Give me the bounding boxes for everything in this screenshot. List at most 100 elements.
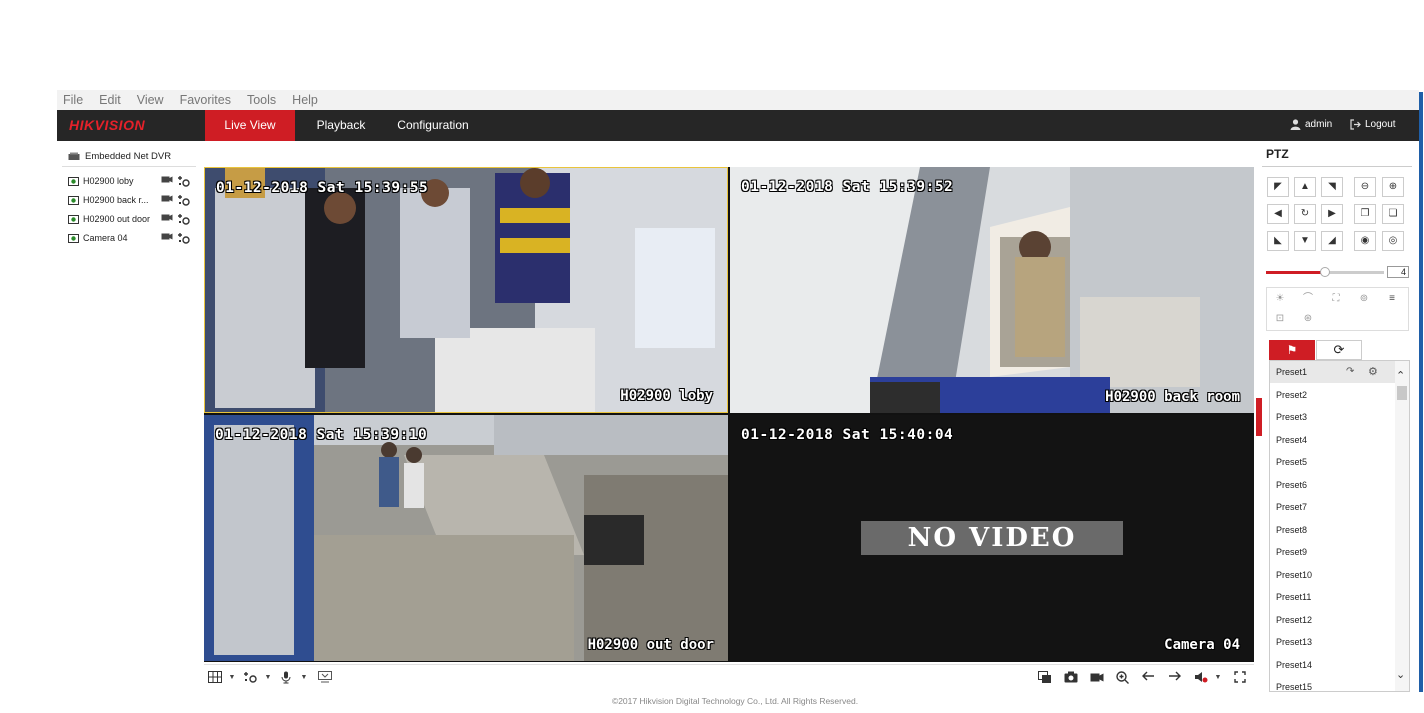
preset-item[interactable]: Preset8 bbox=[1270, 519, 1396, 541]
previous-page-icon[interactable] bbox=[1142, 671, 1158, 685]
chevron-down-icon[interactable]: ▼ bbox=[224, 671, 240, 685]
chevron-down-icon[interactable]: ▼ bbox=[1210, 671, 1226, 685]
preset-item[interactable]: Preset13 bbox=[1270, 631, 1396, 653]
ptz-down-button[interactable]: ▼ bbox=[1294, 231, 1316, 251]
preset-item[interactable]: Preset7 bbox=[1270, 496, 1396, 518]
auxiliary-focus-icon[interactable]: ⛶ bbox=[1325, 290, 1347, 308]
manual-tracking-icon[interactable]: ⊛ bbox=[1297, 310, 1319, 328]
ptz-speed-value[interactable]: 4 bbox=[1387, 266, 1409, 278]
capture-icon[interactable] bbox=[1064, 671, 1080, 685]
ptz-icon[interactable] bbox=[178, 232, 190, 244]
window-layout-icon[interactable] bbox=[208, 671, 224, 685]
ptz-up-button[interactable]: ▲ bbox=[1294, 177, 1316, 197]
record-icon[interactable] bbox=[161, 194, 173, 206]
ptz-down-left-button[interactable]: ◣ bbox=[1267, 231, 1289, 251]
iris-close-button[interactable]: ◎ bbox=[1382, 231, 1404, 251]
menu-icon[interactable]: ≡ bbox=[1381, 290, 1403, 308]
tab-patrol[interactable]: ⟳ bbox=[1316, 340, 1362, 360]
menu-file[interactable]: File bbox=[63, 93, 83, 107]
camera-list-item[interactable]: H02900 out door bbox=[68, 211, 198, 227]
preset-item[interactable]: Preset1 ↷ ⚙ bbox=[1270, 361, 1396, 383]
zoom-out-icon: ⊖ bbox=[1360, 181, 1370, 192]
record-all-icon[interactable] bbox=[1090, 671, 1106, 685]
zero-channel-icon[interactable] bbox=[318, 671, 334, 685]
menu-edit[interactable]: Edit bbox=[99, 93, 121, 107]
preset-item[interactable]: Preset4 bbox=[1270, 429, 1396, 451]
preset-item[interactable]: Preset11 bbox=[1270, 586, 1396, 608]
ptz-up-right-button[interactable]: ◥ bbox=[1321, 177, 1343, 197]
zoom-in-button[interactable]: ⊕ bbox=[1382, 177, 1404, 197]
video-tile-4[interactable]: 01-12-2018 Sat 15:40:04 NO VIDEO Camera … bbox=[730, 415, 1254, 661]
tab-playback[interactable]: Playback bbox=[305, 110, 377, 141]
panel-collapse-handle[interactable] bbox=[1256, 398, 1262, 436]
ptz-down-right-button[interactable]: ◢ bbox=[1321, 231, 1343, 251]
preset-scrollbar[interactable] bbox=[1395, 361, 1409, 691]
gear-icon[interactable]: ⚙ bbox=[1368, 361, 1378, 383]
camera-list-item[interactable]: H02900 loby bbox=[68, 173, 198, 189]
zoom-out-button[interactable]: ⊖ bbox=[1354, 177, 1376, 197]
wiper-icon[interactable]: ⌒ bbox=[1297, 290, 1319, 308]
iris-close-icon: ◎ bbox=[1388, 235, 1398, 246]
digital-zoom-icon[interactable] bbox=[1116, 671, 1132, 685]
menu-favorites[interactable]: Favorites bbox=[180, 93, 231, 107]
tab-live-view[interactable]: Live View bbox=[205, 110, 295, 141]
microphone-icon[interactable] bbox=[280, 671, 296, 685]
video-tile-2[interactable]: 01-12-2018 Sat 15:39:52 H02900 back room bbox=[730, 167, 1254, 413]
volume-muted-icon[interactable] bbox=[1194, 671, 1210, 685]
next-page-icon[interactable] bbox=[1168, 671, 1184, 685]
preset-item[interactable]: Preset12 bbox=[1270, 609, 1396, 631]
preset-item[interactable]: Preset5 bbox=[1270, 451, 1396, 473]
preset-item[interactable]: Preset14 bbox=[1270, 654, 1396, 676]
ptz-speed-handle[interactable] bbox=[1320, 267, 1330, 277]
video-camera-name: H02900 back room bbox=[1105, 389, 1240, 405]
tab-configuration[interactable]: Configuration bbox=[390, 110, 476, 141]
focus-far-button[interactable]: ❏ bbox=[1382, 204, 1404, 224]
user-icon bbox=[1290, 119, 1301, 130]
lens-init-icon[interactable]: ⊚ bbox=[1353, 290, 1375, 308]
preset-item[interactable]: Preset2 bbox=[1270, 384, 1396, 406]
video-tile-1[interactable]: 01-12-2018 Sat 15:39:55 H02900 loby bbox=[204, 167, 728, 413]
preset-item[interactable]: Preset6 bbox=[1270, 474, 1396, 496]
preset-scrollbar-thumb[interactable] bbox=[1397, 386, 1407, 400]
logout-label: Logout bbox=[1365, 119, 1396, 130]
scroll-up-icon[interactable]: ⌃ bbox=[1396, 369, 1405, 382]
light-icon[interactable]: ☀ bbox=[1269, 290, 1291, 308]
ptz-up-left-button[interactable]: ◤ bbox=[1267, 177, 1289, 197]
focus-near-icon: ❐ bbox=[1360, 208, 1370, 219]
ptz-icon[interactable] bbox=[178, 213, 190, 225]
camera-list-item[interactable]: H02900 back r... bbox=[68, 192, 198, 208]
record-icon[interactable] bbox=[161, 232, 173, 244]
chevron-down-icon[interactable]: ▼ bbox=[260, 671, 276, 685]
preset-item[interactable]: Preset15 bbox=[1270, 676, 1396, 691]
camera-icon bbox=[68, 233, 79, 243]
ptz-auto-button[interactable]: ↻ bbox=[1294, 204, 1316, 224]
stream-type-icon[interactable] bbox=[244, 671, 260, 685]
tab-preset[interactable]: ⚑ bbox=[1269, 340, 1315, 360]
3d-position-icon[interactable]: ⊡ bbox=[1269, 310, 1291, 328]
device-tree-root[interactable]: Embedded Net DVR bbox=[68, 151, 171, 162]
menu-view[interactable]: View bbox=[137, 93, 164, 107]
menu-help[interactable]: Help bbox=[292, 93, 318, 107]
logout-button[interactable]: Logout bbox=[1350, 119, 1396, 130]
preset-label: Preset13 bbox=[1276, 637, 1313, 647]
user-menu[interactable]: admin bbox=[1290, 119, 1332, 130]
record-icon[interactable] bbox=[161, 213, 173, 225]
fullscreen-icon[interactable] bbox=[1234, 671, 1250, 685]
preset-item[interactable]: Preset10 bbox=[1270, 564, 1396, 586]
iris-open-button[interactable]: ◉ bbox=[1354, 231, 1376, 251]
preset-item[interactable]: Preset9 bbox=[1270, 541, 1396, 563]
camera-list-item[interactable]: Camera 04 bbox=[68, 230, 198, 246]
scroll-down-icon[interactable]: ⌄ bbox=[1396, 668, 1405, 681]
preset-item[interactable]: Preset3 bbox=[1270, 406, 1396, 428]
ptz-right-button[interactable]: ▶ bbox=[1321, 204, 1343, 224]
menu-tools[interactable]: Tools bbox=[247, 93, 276, 107]
ptz-left-button[interactable]: ◀ bbox=[1267, 204, 1289, 224]
ptz-icon[interactable] bbox=[178, 194, 190, 206]
call-preset-icon[interactable]: ↷ bbox=[1346, 361, 1354, 383]
stop-all-icon[interactable] bbox=[1038, 671, 1054, 685]
video-tile-3[interactable]: 01-12-2018 Sat 15:39:10 H02900 out door bbox=[204, 415, 728, 661]
record-icon[interactable] bbox=[161, 175, 173, 187]
ptz-icon[interactable] bbox=[178, 175, 190, 187]
chevron-down-icon[interactable]: ▼ bbox=[296, 671, 312, 685]
focus-near-button[interactable]: ❐ bbox=[1354, 204, 1376, 224]
